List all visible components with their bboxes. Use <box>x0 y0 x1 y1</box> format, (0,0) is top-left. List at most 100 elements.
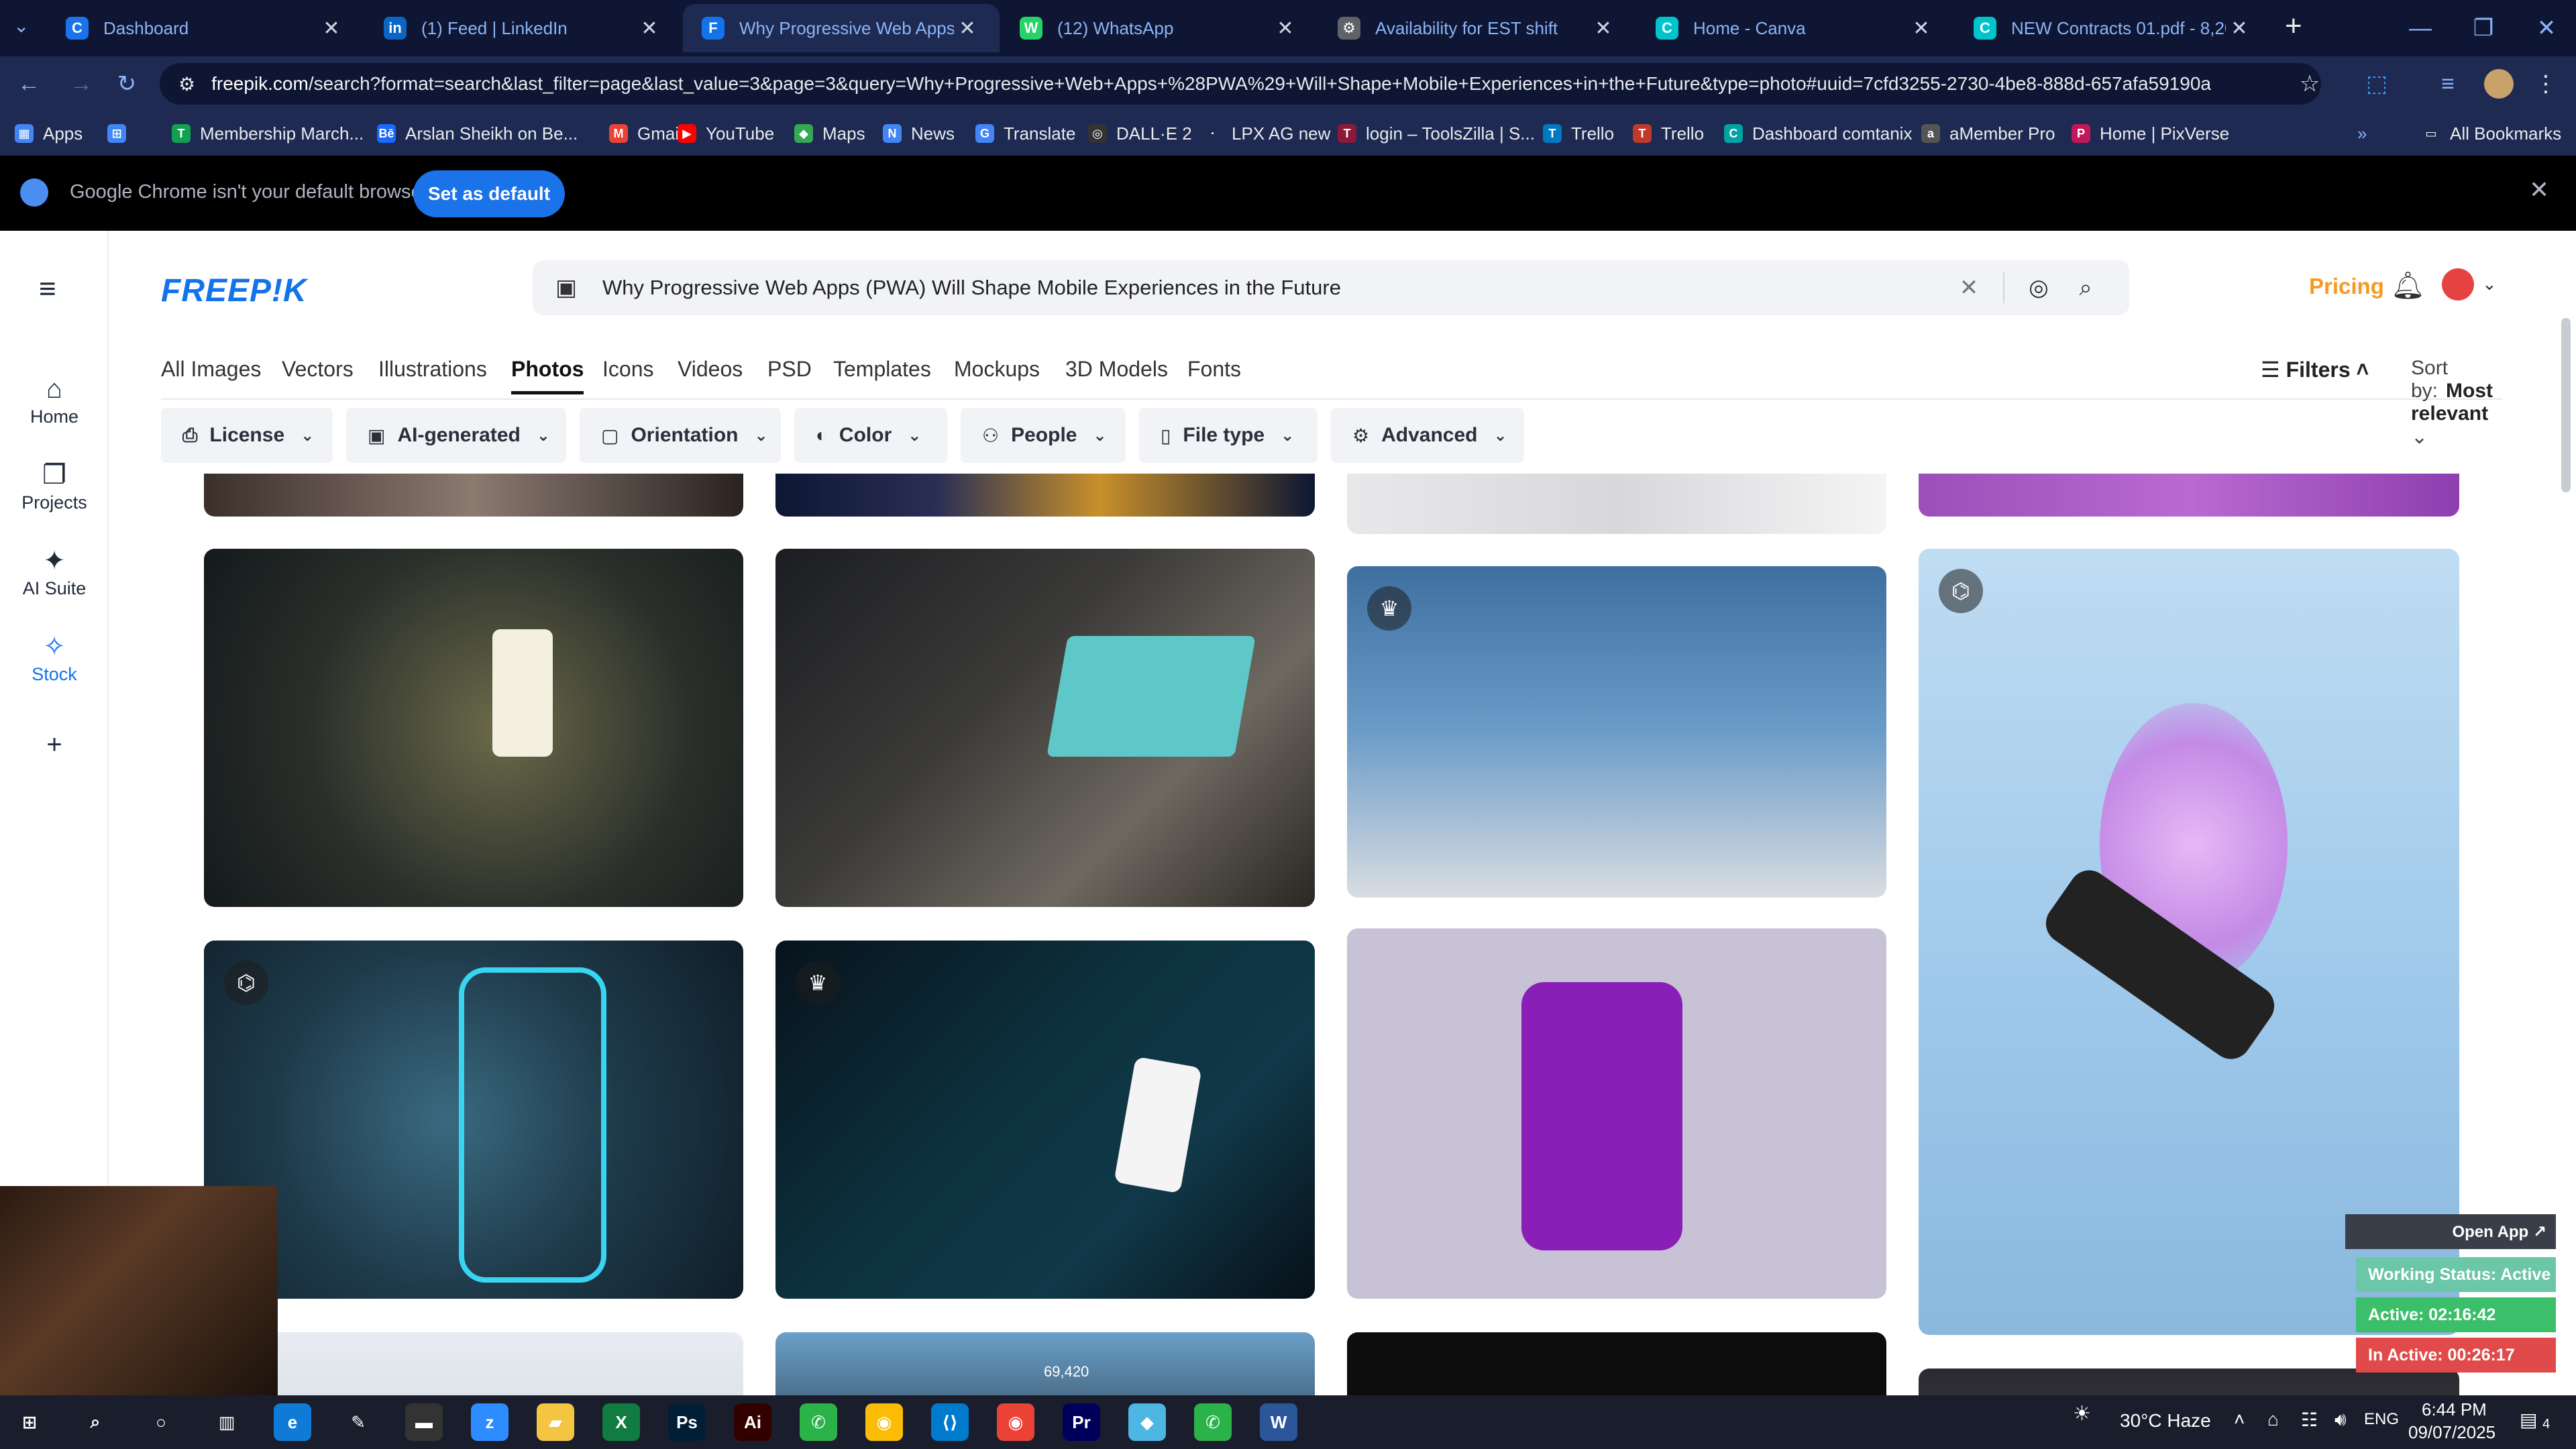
new-tab-button[interactable]: + <box>2285 9 2302 43</box>
tab-videos[interactable]: Videos <box>678 357 743 382</box>
window-close-button[interactable]: ✕ <box>2517 0 2576 56</box>
taskbar-app-icon[interactable]: ✆ <box>800 1403 837 1441</box>
taskbar-app-icon[interactable]: ◉ <box>997 1403 1034 1441</box>
page-scrollbar-thumb[interactable] <box>2561 318 2571 492</box>
browser-tab[interactable]: C NEW Contracts 01.pdf - 8,208 ✕ <box>1955 4 2271 52</box>
bookmark-item[interactable]: T Membership March... <box>172 119 364 148</box>
bookmark-item[interactable]: ◆ Maps <box>794 119 865 148</box>
filter-chip-people[interactable]: ⚇ People ⌄ <box>961 408 1126 463</box>
tab-close-icon[interactable]: ✕ <box>954 17 981 40</box>
taskbar-app-icon[interactable]: Ps <box>668 1403 706 1441</box>
sort-dropdown[interactable]: Sort by: Most relevant ⌄ <box>2411 357 2502 449</box>
infobar-close-icon[interactable]: ✕ <box>2529 176 2549 204</box>
tab-close-icon[interactable]: ✕ <box>1590 17 1617 40</box>
bookmark-item[interactable]: T Trello <box>1543 119 1614 148</box>
taskbar-app-icon[interactable]: ▥ <box>208 1403 246 1441</box>
browser-tab[interactable]: ⚙ Availability for EST shift ✕ <box>1319 4 1635 52</box>
search-icon[interactable]: ⌕ <box>2062 275 2109 301</box>
filter-chip-ai-generated[interactable]: ▣ AI-generated ⌄ <box>346 408 566 463</box>
set-as-default-button[interactable]: Set as default <box>413 170 565 217</box>
filter-chip-color[interactable]: ◐ Color ⌄ <box>794 408 947 463</box>
pricing-link[interactable]: Pricing <box>2309 274 2384 299</box>
tab-close-icon[interactable]: ✕ <box>1908 17 1935 40</box>
weather-text[interactable]: 30°C Haze <box>2120 1410 2211 1432</box>
tab-illustrations[interactable]: Illustrations <box>378 357 487 382</box>
nav-item-stock[interactable]: ✧ Stock <box>0 629 109 685</box>
restore-button[interactable]: ❐ <box>2454 0 2513 56</box>
taskbar-app-icon[interactable]: Ai <box>734 1403 771 1441</box>
bookmark-item[interactable]: M Gmail <box>609 119 683 148</box>
notification-center-icon[interactable]: ▤ <box>2520 1409 2537 1431</box>
network-icon[interactable]: ⌂ <box>2267 1409 2279 1430</box>
taskbar-app-icon[interactable]: ○ <box>142 1403 180 1441</box>
bookmark-item[interactable]: a aMember Pro <box>1921 119 2055 148</box>
user-avatar[interactable] <box>2442 268 2474 301</box>
bookmark-item[interactable]: ◎ DALL·E 2 <box>1088 119 1192 148</box>
browser-tab[interactable]: W (12) WhatsApp ✕ <box>1001 4 1318 52</box>
taskbar-app-icon[interactable]: ⟨⟩ <box>931 1403 969 1441</box>
bookmark-item[interactable]: ⊞ <box>107 119 136 148</box>
search-bar[interactable]: ▣ Why Progressive Web Apps (PWA) Will Sh… <box>533 260 2129 315</box>
profile-avatar[interactable] <box>2479 64 2518 103</box>
taskbar-app-icon[interactable]: ✎ <box>339 1403 377 1441</box>
tab-close-icon[interactable]: ✕ <box>636 17 663 40</box>
tab-vectors[interactable]: Vectors <box>282 357 354 382</box>
bookmark-item[interactable]: ▭ All Bookmarks <box>2422 119 2561 148</box>
bookmark-item[interactable]: G Translate <box>975 119 1075 148</box>
browser-tab[interactable]: in (1) Feed | LinkedIn ✕ <box>365 4 682 52</box>
filter-chip-orientation[interactable]: ▢ Orientation ⌄ <box>580 408 781 463</box>
bookmarks-overflow-icon[interactable]: » <box>2357 119 2367 148</box>
gallery-image-cartoon-phone-hologram[interactable]: ⌬ <box>204 941 743 1299</box>
back-button[interactable]: ← <box>9 64 48 103</box>
tab-icons[interactable]: Icons <box>602 357 653 382</box>
camera-search-icon[interactable]: ◎ <box>2015 274 2062 301</box>
site-info-icon[interactable]: ⚙ <box>178 73 195 95</box>
browser-tab[interactable]: C Dashboard ✕ <box>47 4 364 52</box>
wifi-icon[interactable]: ☷ <box>2301 1409 2318 1431</box>
browser-tab[interactable]: C Home - Canva ✕ <box>1637 4 1953 52</box>
freepik-logo[interactable]: FREEP!K <box>161 272 307 309</box>
tab-psd[interactable]: PSD <box>767 357 812 382</box>
browser-tab[interactable]: F Why Progressive Web Apps (PWA✕ <box>683 4 1000 52</box>
gallery-image[interactable]: 69,420 <box>775 1332 1315 1395</box>
bookmark-item[interactable]: Tlogin – ToolsZilla | S... <box>1338 119 1535 148</box>
clock-date[interactable]: 09/07/2025 <box>2408 1422 2496 1443</box>
tab-templates[interactable]: Templates <box>833 357 931 382</box>
tab-search-icon[interactable]: ⌄ <box>13 15 29 37</box>
taskbar-app-icon[interactable]: ✆ <box>1194 1403 1232 1441</box>
search-input[interactable]: Why Progressive Web Apps (PWA) Will Shap… <box>602 276 1945 300</box>
floating-video-thumbnail[interactable] <box>0 1186 278 1395</box>
gallery-image[interactable] <box>1919 474 2459 517</box>
gallery-image[interactable] <box>204 474 743 517</box>
media-control-icon[interactable]: ≡ <box>2428 64 2467 103</box>
clock-time[interactable]: 6:44 PM <box>2422 1399 2487 1420</box>
tab-mockups[interactable]: Mockups <box>954 357 1040 382</box>
tab-close-icon[interactable]: ✕ <box>318 17 345 40</box>
account-chevron-down-icon[interactable]: ⌄ <box>2482 274 2497 294</box>
gallery-image-ui-ux-phone[interactable] <box>1347 928 1886 1299</box>
bookmark-item[interactable]: N News <box>883 119 955 148</box>
filter-chip-license[interactable]: ⎙ License ⌄ <box>161 408 333 463</box>
notification-bell-icon[interactable]: 🔔︎ <box>2391 270 2425 301</box>
bookmark-item[interactable]: C Dashboard comtanix <box>1724 119 1912 148</box>
open-app-button[interactable]: Open App ↗ <box>2345 1214 2556 1249</box>
bookmark-item[interactable]: ▦ Apps <box>15 119 83 148</box>
taskbar-app-icon[interactable]: ▬ <box>405 1403 443 1441</box>
tab-photos[interactable]: Photos <box>511 357 584 394</box>
gallery-image-vr-friends[interactable]: ♛ <box>1347 566 1886 898</box>
tab-close-icon[interactable]: ✕ <box>2226 17 2253 40</box>
taskbar-app-icon[interactable]: e <box>274 1403 311 1441</box>
image-search-type-icon[interactable]: ▣ <box>553 274 580 301</box>
forward-button[interactable]: → <box>62 64 101 103</box>
bookmark-item[interactable]: Bē Arslan Sheikh on Be... <box>377 119 578 148</box>
extensions-icon[interactable]: ⬚ <box>2357 64 2396 103</box>
minimize-button[interactable]: — <box>2391 0 2450 56</box>
gallery-image[interactable] <box>1347 1332 1886 1395</box>
taskbar-app-icon[interactable]: ⊞ <box>11 1403 48 1441</box>
bookmark-item[interactable]: T Trello <box>1633 119 1704 148</box>
taskbar-app-icon[interactable]: Pr <box>1063 1403 1100 1441</box>
tab-fonts[interactable]: Fonts <box>1187 357 1241 382</box>
taskbar-app-icon[interactable]: z <box>471 1403 508 1441</box>
clear-search-icon[interactable]: ✕ <box>1945 274 1992 301</box>
taskbar-app-icon[interactable]: ⌕ <box>76 1403 114 1441</box>
